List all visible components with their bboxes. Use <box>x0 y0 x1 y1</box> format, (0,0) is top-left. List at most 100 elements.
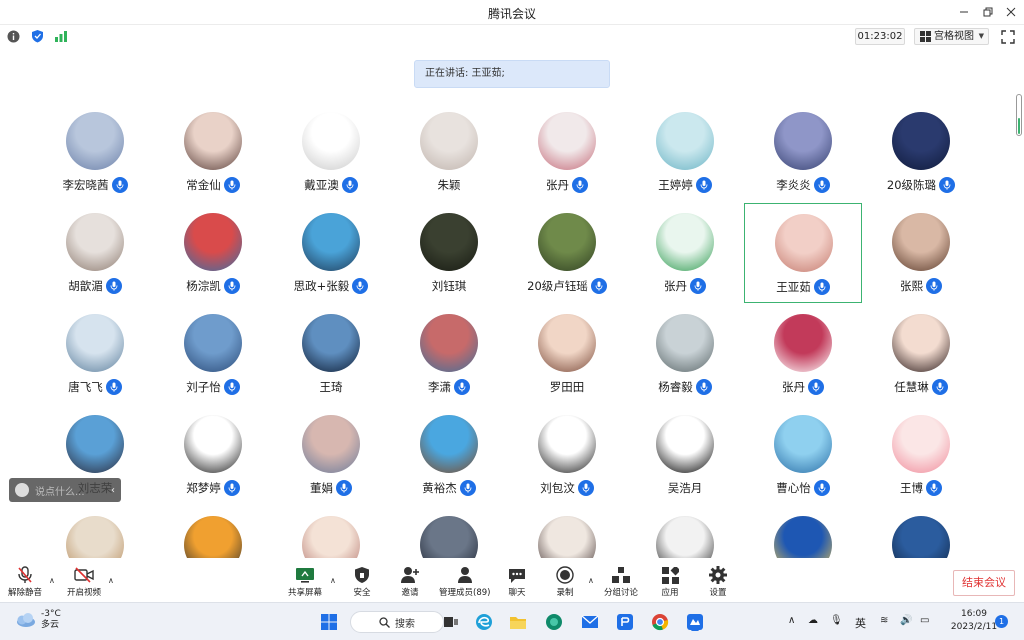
participant-tile[interactable]: 曹心怡 <box>744 405 862 505</box>
end-meeting-button[interactable]: 结束会议 <box>953 570 1015 596</box>
participant-tile[interactable]: 张丹 <box>508 102 626 202</box>
participant-tile[interactable]: 刘包汶 <box>508 405 626 505</box>
record-options-caret-icon[interactable]: ∧ <box>588 576 594 585</box>
view-mode-dropdown[interactable]: 宫格视图 ▼ <box>914 28 989 45</box>
audio-options-caret-icon[interactable]: ∧ <box>49 576 55 585</box>
participant-tile[interactable]: 张丹 <box>626 203 744 303</box>
restore-icon <box>983 7 993 17</box>
participant-tile[interactable]: 杨睿毅 <box>626 304 744 404</box>
scrollbar-thumb[interactable] <box>1018 118 1020 134</box>
participant-tile[interactable]: 王亚茹 <box>744 203 862 303</box>
chrome-button[interactable] <box>649 611 671 633</box>
edge-browser-button[interactable] <box>473 611 495 633</box>
security-shield-button[interactable] <box>30 29 44 43</box>
chat-button[interactable]: 聊天 <box>507 566 527 600</box>
participant-name: 思政+张毅 <box>293 279 350 293</box>
mic-on-icon <box>105 379 122 395</box>
taskbar-clock[interactable]: 16:09 2023/2/11 <box>950 608 998 634</box>
edge-dev-button[interactable] <box>543 611 565 633</box>
fullscreen-button[interactable] <box>1001 29 1015 44</box>
tencent-meeting-button[interactable] <box>684 611 706 633</box>
file-explorer-button[interactable] <box>507 611 529 633</box>
participant-tile[interactable]: 胡歆湄 <box>36 203 154 303</box>
participant-tile[interactable]: 黄裕杰 <box>390 405 508 505</box>
close-button[interactable] <box>1001 3 1021 21</box>
participant-tile[interactable] <box>744 506 862 558</box>
wifi-icon[interactable]: ≋ <box>880 615 888 626</box>
participant-tile[interactable]: 思政+张毅 <box>272 203 390 303</box>
hidden-icons-caret-icon[interactable]: ∧ <box>788 615 795 626</box>
participant-tile[interactable]: 刘钰琪 <box>390 203 508 303</box>
participant-tile[interactable]: 李炎炎 <box>744 102 862 202</box>
info-button[interactable] <box>6 29 20 43</box>
mail-button[interactable] <box>579 611 601 633</box>
participant-tile[interactable]: 20级卢钰瑶 <box>508 203 626 303</box>
manage-members-button[interactable]: 管理成员(89) <box>439 566 490 600</box>
weather-widget[interactable]: -3°C 多云 <box>14 609 61 631</box>
security-button[interactable]: 安全 <box>352 566 372 600</box>
avatar <box>656 415 714 473</box>
task-view-button[interactable] <box>440 611 462 633</box>
grid-scrollbar[interactable] <box>1016 94 1022 136</box>
speaker-icon[interactable]: 🔊 <box>900 615 912 626</box>
participant-tile[interactable]: 王琦 <box>272 304 390 404</box>
participant-tile[interactable]: 张丹 <box>744 304 862 404</box>
mic-on-icon <box>926 480 942 496</box>
network-status-button[interactable] <box>54 29 68 43</box>
participant-tile[interactable]: 罗田田 <box>508 304 626 404</box>
record-button[interactable]: 录制 <box>555 566 575 600</box>
dingtalk-button[interactable] <box>614 611 636 633</box>
participant-tile[interactable]: 朱颖 <box>390 102 508 202</box>
participant-name: 董娟 <box>310 481 333 495</box>
participant-tile[interactable] <box>626 506 744 558</box>
participant-tile[interactable]: 任慧琳 <box>862 304 980 404</box>
participant-tile[interactable]: 李宏晓茜 <box>36 102 154 202</box>
onedrive-icon[interactable]: ☁ <box>808 615 818 626</box>
participant-tile[interactable] <box>390 506 508 558</box>
participant-tile[interactable]: 张熙 <box>862 203 980 303</box>
participant-tile[interactable]: 李潇 <box>390 304 508 404</box>
share-screen-button[interactable]: 共享屏幕 <box>288 566 322 600</box>
participant-tile[interactable]: 常金仙 <box>154 102 272 202</box>
start-button[interactable] <box>318 611 340 633</box>
video-options-caret-icon[interactable]: ∧ <box>108 576 114 585</box>
unmute-button[interactable]: 解除静音 <box>8 566 42 600</box>
settings-button[interactable]: 设置 <box>708 566 728 600</box>
input-method-indicator[interactable]: 英 <box>855 615 866 631</box>
participant-tile[interactable]: 杨淙凯 <box>154 203 272 303</box>
breakout-rooms-button[interactable]: 分组讨论 <box>604 566 638 600</box>
avatar <box>538 516 596 558</box>
participant-tile[interactable]: 唐飞飞 <box>36 304 154 404</box>
participant-name: 戴亚澳 <box>304 178 339 192</box>
participant-tile[interactable] <box>272 506 390 558</box>
quick-chat-box[interactable]: 说点什么... ‹ <box>9 478 121 502</box>
participant-tile[interactable]: 吴浩月 <box>626 405 744 505</box>
participant-tile[interactable] <box>862 506 980 558</box>
invite-button[interactable]: 邀请 <box>400 566 420 600</box>
apps-button[interactable]: 应用 <box>660 566 680 600</box>
participant-tile[interactable] <box>36 506 154 558</box>
battery-icon[interactable]: ▭ <box>920 615 929 626</box>
participant-tile[interactable]: 王婷婷 <box>626 102 744 202</box>
start-video-button[interactable]: 开启视频 <box>67 566 101 600</box>
participant-tile[interactable]: 刘子怡 <box>154 304 272 404</box>
collapse-chevron-icon[interactable]: ‹ <box>111 485 115 496</box>
participant-tile[interactable] <box>508 506 626 558</box>
restore-button[interactable] <box>978 3 998 21</box>
participant-tile[interactable]: 董娟 <box>272 405 390 505</box>
notification-badge[interactable]: 1 <box>995 615 1008 628</box>
avatar <box>184 415 242 473</box>
minimize-button[interactable] <box>954 3 974 21</box>
participant-tile[interactable]: 20级陈璐 <box>862 102 980 202</box>
share-options-caret-icon[interactable]: ∧ <box>330 576 336 585</box>
avatar <box>302 314 360 372</box>
emoji-icon[interactable] <box>15 483 29 497</box>
participant-name: 杨淙凯 <box>186 279 221 293</box>
participant-name-bar: 杨淙凯 <box>154 277 272 295</box>
taskbar-search[interactable]: 搜索 <box>350 611 444 633</box>
participant-tile[interactable]: 戴亚澳 <box>272 102 390 202</box>
microphone-tray-icon[interactable]: 🎙 <box>830 615 843 626</box>
participant-tile[interactable] <box>154 506 272 558</box>
participant-tile[interactable]: 郑梦婷 <box>154 405 272 505</box>
participant-tile[interactable]: 王博 <box>862 405 980 505</box>
